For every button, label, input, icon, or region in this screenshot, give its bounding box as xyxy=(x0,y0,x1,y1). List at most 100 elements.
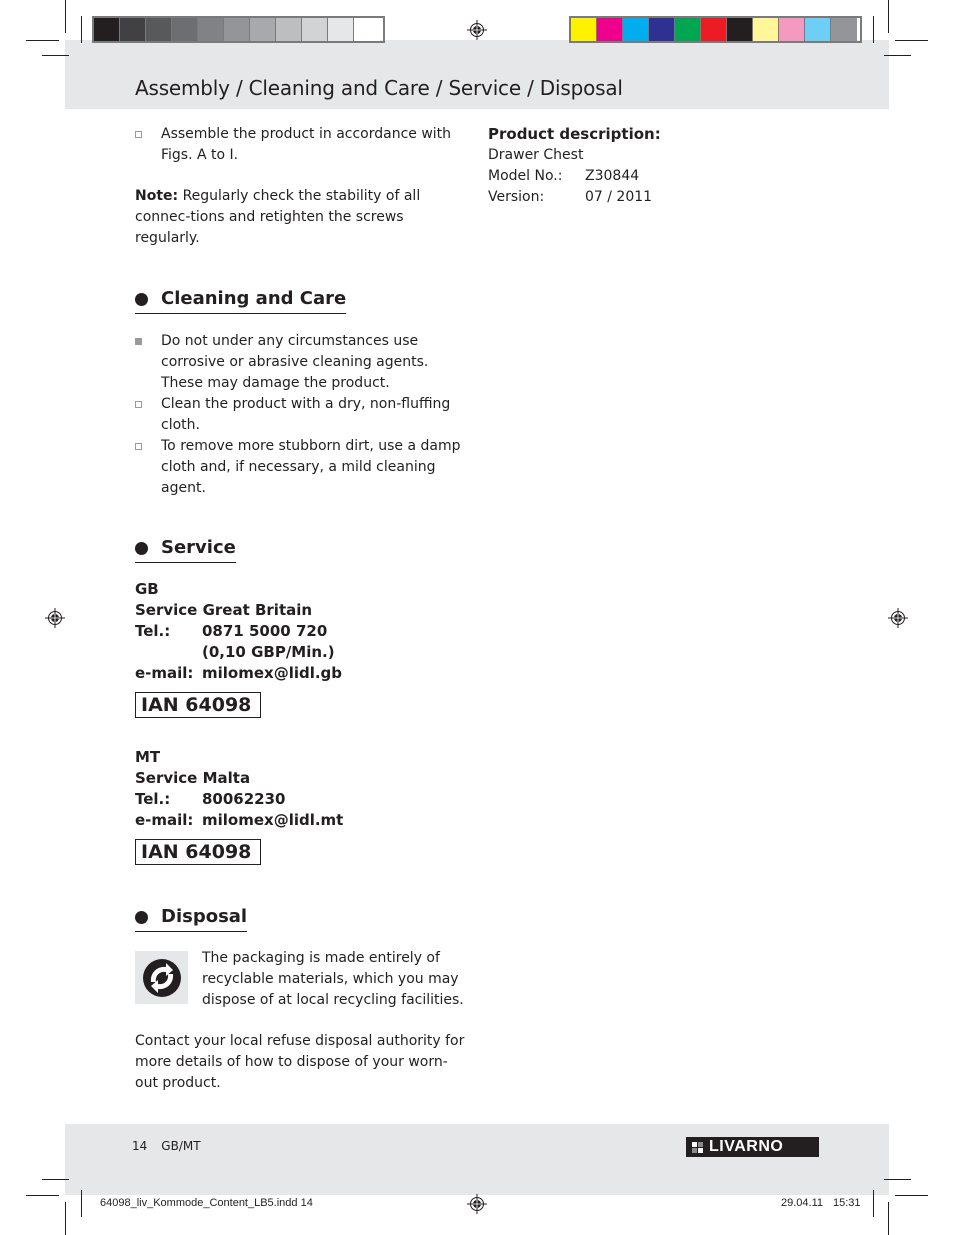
section-heading-service: Service xyxy=(135,536,236,563)
email-label: e-mail: xyxy=(135,664,194,682)
disposal-packaging: The packaging is made entirely of recycl… xyxy=(135,948,470,1011)
service-mt: MT Service Malta Tel.: 80062230 e-mail: mi… xyxy=(135,747,470,831)
color-swatch xyxy=(302,18,328,41)
crop-mark xyxy=(888,1202,889,1235)
livarno-logo: LIVARNO xyxy=(686,1137,819,1157)
color-swatch xyxy=(779,18,805,41)
color-swatch xyxy=(250,18,276,41)
email-label: e-mail: xyxy=(135,811,194,829)
registration-mark-icon xyxy=(467,1194,487,1214)
color-swatch xyxy=(94,18,120,41)
color-swatch xyxy=(571,18,597,41)
color-swatch xyxy=(675,18,701,41)
color-swatch xyxy=(146,18,172,41)
left-column: Assemble the product in accordance with … xyxy=(135,124,470,1094)
cleaning-list-item: To remove more stubborn dirt, use a damp… xyxy=(135,436,470,499)
crop-mark xyxy=(873,1190,874,1217)
registration-mark-icon xyxy=(467,20,487,40)
model-label: Model No.: xyxy=(488,168,563,184)
product-name: Drawer Chest xyxy=(488,147,584,163)
service-gb-name: Service Great Britain xyxy=(135,601,313,619)
service-heading-text: Service xyxy=(161,537,236,558)
assembly-step-text: Assemble the product in accordance with … xyxy=(161,126,452,163)
crop-mark xyxy=(65,0,66,33)
note-label: Note: xyxy=(135,188,179,204)
grayscale-color-bar xyxy=(92,16,385,43)
color-swatch xyxy=(120,18,146,41)
crop-mark xyxy=(42,1179,69,1180)
crop-mark xyxy=(42,55,69,56)
color-swatch xyxy=(831,18,857,41)
color-swatch xyxy=(276,18,302,41)
warning-square-bullet-icon xyxy=(135,331,161,394)
slug-timestamp: 29.04.11 15:31 xyxy=(781,1197,861,1209)
color-swatch xyxy=(623,18,649,41)
service-mt-name: Service Malta xyxy=(135,769,251,787)
cleaning-list-item: Do not under any circumstances use corro… xyxy=(135,331,470,394)
section-heading-cleaning: Cleaning and Care xyxy=(135,287,347,314)
service-gb: GB Service Great Britain Tel.: 0871 5000 … xyxy=(135,579,470,684)
color-swatch xyxy=(649,18,675,41)
footer-band xyxy=(65,1124,889,1195)
checkbox-bullet-icon xyxy=(135,394,161,436)
ian-box-gb: IAN 64098 xyxy=(135,692,262,718)
cleaning-item-text: Do not under any circumstances use corro… xyxy=(161,333,429,391)
checkbox-bullet-icon xyxy=(135,124,161,166)
crop-mark xyxy=(26,1195,59,1196)
checkbox-bullet-icon xyxy=(135,436,161,499)
slug-date: 29.04.11 xyxy=(781,1197,824,1209)
cleaning-heading-text: Cleaning and Care xyxy=(161,288,347,309)
registration-mark-icon xyxy=(888,608,908,628)
product-description-heading: Product description: xyxy=(488,125,661,143)
brand-name: LIVARNO xyxy=(709,1138,784,1155)
page-footer: 14 GB/MT xyxy=(132,1139,215,1153)
service-mt-phone: 80062230 xyxy=(202,790,286,808)
model-number: Z30844 xyxy=(585,168,640,184)
section-heading-disposal: Disposal xyxy=(135,905,248,932)
cleaning-list: Do not under any circumstances use corro… xyxy=(135,331,470,499)
bullet-dot-icon xyxy=(135,541,148,555)
color-swatch xyxy=(701,18,727,41)
note-text: Regularly check the stability of all con… xyxy=(135,188,421,246)
crop-mark xyxy=(65,1202,66,1235)
livarno-mark-icon xyxy=(692,1141,703,1153)
color-swatch xyxy=(753,18,779,41)
service-gb-email: milomex@lidl.gb xyxy=(202,664,343,682)
color-swatch xyxy=(172,18,198,41)
product-description: Product description: Drawer Chest Model … xyxy=(488,124,788,208)
tel-label: Tel.: xyxy=(135,790,171,808)
crop-mark xyxy=(26,40,59,41)
page-number: 14 xyxy=(132,1139,148,1153)
crop-mark xyxy=(81,1190,82,1217)
page-title: Assembly / Cleaning and Care / Service /… xyxy=(135,76,623,100)
slug-time: 15:31 xyxy=(833,1197,861,1209)
cleaning-item-text: Clean the product with a dry, non-fluffi… xyxy=(161,396,451,433)
crop-mark xyxy=(895,40,928,41)
cleaning-item-text: To remove more stubborn dirt, use a damp… xyxy=(161,438,461,496)
packaging-text: The packaging is made entirely of recycl… xyxy=(202,950,464,1008)
registration-mark-icon xyxy=(45,608,65,628)
version-label: Version: xyxy=(488,189,545,205)
color-swatch xyxy=(224,18,250,41)
color-swatch xyxy=(354,18,380,41)
service-mt-email: milomex@lidl.mt xyxy=(202,811,344,829)
version-value: 07 / 2011 xyxy=(585,189,653,205)
color-swatch xyxy=(328,18,354,41)
assembly-step: Assemble the product in accordance with … xyxy=(135,124,470,166)
assembly-note: Note: Regularly check the stability of a… xyxy=(135,186,470,249)
green-dot-recycling-icon xyxy=(135,951,188,1004)
color-swatch xyxy=(727,18,753,41)
ian-box-mt: IAN 64098 xyxy=(135,839,262,865)
process-color-bar xyxy=(569,16,862,43)
crop-mark xyxy=(873,16,874,43)
crop-mark xyxy=(884,1179,911,1180)
service-gb-phone: 0871 5000 720 xyxy=(202,622,328,640)
color-swatch xyxy=(805,18,831,41)
service-gb-rate: (0,10 GBP/Min.) xyxy=(202,643,335,661)
crop-mark xyxy=(895,1195,928,1196)
color-swatch xyxy=(198,18,224,41)
slug-filename: 64098_liv_Kommode_Content_LB5.indd 14 xyxy=(100,1197,313,1209)
crop-mark xyxy=(888,0,889,33)
service-mt-country: MT xyxy=(135,748,161,766)
tel-label: Tel.: xyxy=(135,622,171,640)
